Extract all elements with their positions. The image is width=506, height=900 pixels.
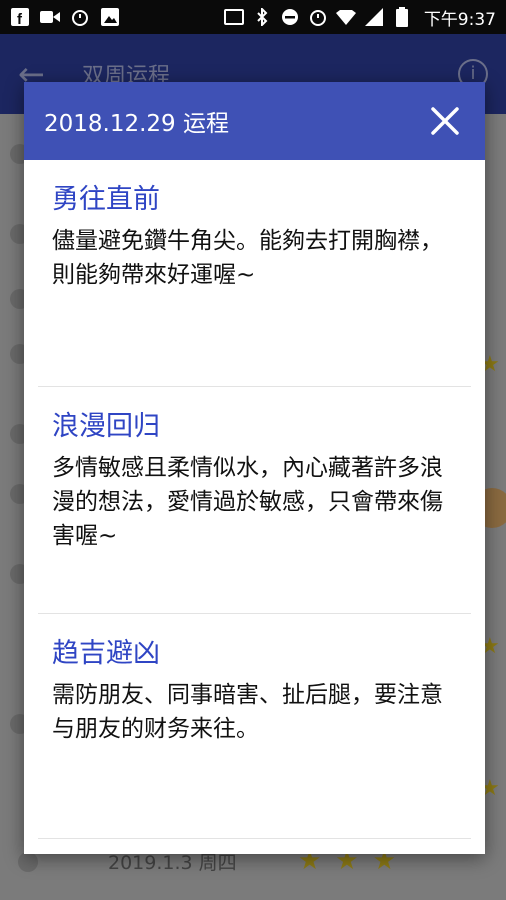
fortune-section: 勇往直前 儘量避免鑽牛角尖。能夠去打開胸襟，則能夠帶來好運喔~ xyxy=(24,160,485,386)
section-body: 儘量避免鑽牛角尖。能夠去打開胸襟，則能夠帶來好運喔~ xyxy=(52,228,443,288)
alarm-icon xyxy=(308,7,328,27)
wifi-icon xyxy=(335,7,356,27)
section-title: 勇往直前 xyxy=(52,184,160,215)
section-body: 多情敏感且柔情似水，內心藏著許多浪漫的想法，愛情過於敏感，只會帶來傷害喔~ xyxy=(52,455,443,549)
image-icon xyxy=(100,7,120,27)
section-title: 趋吉避凶 xyxy=(52,638,160,669)
fortune-section: 趋吉避凶 需防朋友、同事暗害、扯后腿，要注意与朋友的财务来往。 xyxy=(24,614,485,838)
dialog-title: 2018.12.29 运程 xyxy=(44,111,229,137)
bluetooth-icon xyxy=(252,7,272,27)
cast-icon xyxy=(223,7,244,27)
section-title: 浪漫回归 xyxy=(52,411,160,442)
list-item-icon xyxy=(18,852,38,872)
status-time: 下午9:37 xyxy=(423,9,496,30)
status-bar: f 下午9:37 xyxy=(0,0,506,34)
alarm-icon xyxy=(70,7,90,27)
close-icon[interactable] xyxy=(425,101,465,141)
divider xyxy=(38,838,471,839)
signal-icon xyxy=(364,7,384,27)
dialog-header: 2018.12.29 运程 xyxy=(24,82,485,160)
section-body: 需防朋友、同事暗害、扯后腿，要注意与朋友的财务来往。 xyxy=(52,682,443,742)
fortune-section: 浪漫回归 多情敏感且柔情似水，內心藏著許多浪漫的想法，愛情過於敏感，只會帶來傷害… xyxy=(24,387,485,613)
facebook-icon: f xyxy=(10,7,30,27)
battery-icon xyxy=(392,7,412,27)
video-icon xyxy=(40,7,60,27)
fortune-dialog: 2018.12.29 运程 勇往直前 儘量避免鑽牛角尖。能夠去打開胸襟，則能夠帶… xyxy=(24,82,485,854)
do-not-disturb-icon xyxy=(280,7,300,27)
